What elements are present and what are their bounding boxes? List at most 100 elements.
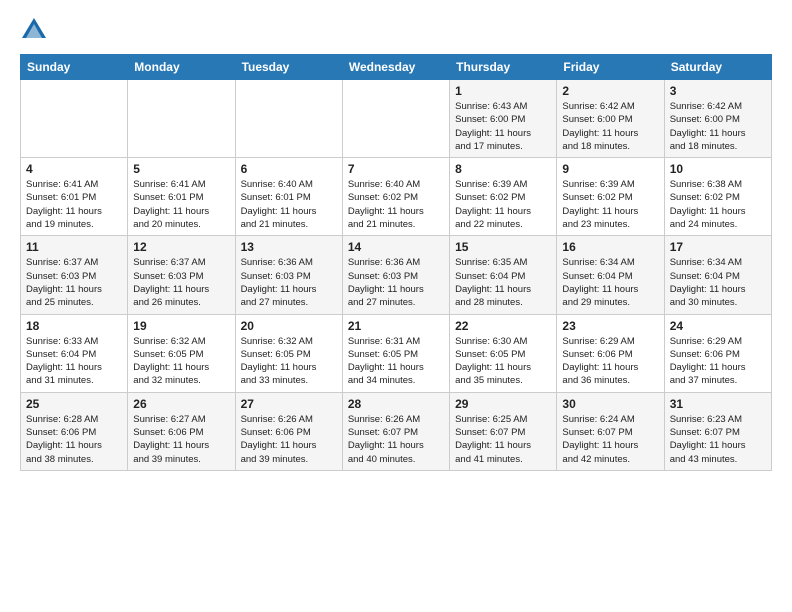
day-info: Sunrise: 6:37 AM Sunset: 6:03 PM Dayligh… xyxy=(26,256,122,309)
calendar-cell: 5Sunrise: 6:41 AM Sunset: 6:01 PM Daylig… xyxy=(128,158,235,236)
calendar-cell: 30 Sunrise: 6:24 AM Sunset: 6:07 PM Dayli… xyxy=(557,392,664,470)
day-info: Sunrise: 6:24 AM Sunset: 6:07 PM Dayligh… xyxy=(562,413,658,466)
weekday-header-thursday: Thursday xyxy=(450,55,557,80)
calendar-cell: 14 Sunrise: 6:36 AM Sunset: 6:03 PM Dayli… xyxy=(342,236,449,314)
day-number: 23 xyxy=(562,319,658,333)
day-number: 1 xyxy=(455,84,551,98)
calendar-cell: 20Sunrise: 6:32 AM Sunset: 6:05 PM Dayli… xyxy=(235,314,342,392)
day-info: Sunrise: 6:35 AM Sunset: 6:04 PM Dayligh… xyxy=(455,256,551,309)
weekday-header-friday: Friday xyxy=(557,55,664,80)
day-number: 10 xyxy=(670,162,766,176)
calendar-week-row: 25 Sunrise: 6:28 AM Sunset: 6:06 PM Dayli… xyxy=(21,392,772,470)
calendar-cell: 21Sunrise: 6:31 AM Sunset: 6:05 PM Dayli… xyxy=(342,314,449,392)
day-number: 11 xyxy=(26,240,122,254)
day-number: 12 xyxy=(133,240,229,254)
calendar-cell: 7Sunrise: 6:40 AM Sunset: 6:02 PM Daylig… xyxy=(342,158,449,236)
day-info: Sunrise: 6:36 AM Sunset: 6:03 PM Dayligh… xyxy=(348,256,444,309)
calendar-cell: 22 Sunrise: 6:30 AM Sunset: 6:05 PM Dayli… xyxy=(450,314,557,392)
day-number: 31 xyxy=(670,397,766,411)
calendar-cell xyxy=(21,80,128,158)
day-info: Sunrise: 6:27 AM Sunset: 6:06 PM Dayligh… xyxy=(133,413,229,466)
calendar-cell: 15 Sunrise: 6:35 AM Sunset: 6:04 PM Dayli… xyxy=(450,236,557,314)
day-number: 27 xyxy=(241,397,337,411)
calendar-week-row: 11 Sunrise: 6:37 AM Sunset: 6:03 PM Dayli… xyxy=(21,236,772,314)
calendar-cell: 27Sunrise: 6:26 AM Sunset: 6:06 PM Dayli… xyxy=(235,392,342,470)
day-info: Sunrise: 6:39 AM Sunset: 6:02 PM Dayligh… xyxy=(562,178,658,231)
day-info: Sunrise: 6:41 AM Sunset: 6:01 PM Dayligh… xyxy=(133,178,229,231)
day-number: 21 xyxy=(348,319,444,333)
day-number: 28 xyxy=(348,397,444,411)
day-number: 4 xyxy=(26,162,122,176)
calendar-cell xyxy=(235,80,342,158)
calendar-cell: 12 Sunrise: 6:37 AM Sunset: 6:03 PM Dayli… xyxy=(128,236,235,314)
day-number: 15 xyxy=(455,240,551,254)
day-info: Sunrise: 6:33 AM Sunset: 6:04 PM Dayligh… xyxy=(26,335,122,388)
day-number: 24 xyxy=(670,319,766,333)
calendar-cell: 18 Sunrise: 6:33 AM Sunset: 6:04 PM Dayli… xyxy=(21,314,128,392)
weekday-header-monday: Monday xyxy=(128,55,235,80)
day-info: Sunrise: 6:40 AM Sunset: 6:01 PM Dayligh… xyxy=(241,178,337,231)
header xyxy=(20,16,772,44)
calendar-table: SundayMondayTuesdayWednesdayThursdayFrid… xyxy=(20,54,772,471)
calendar-cell: 8Sunrise: 6:39 AM Sunset: 6:02 PM Daylig… xyxy=(450,158,557,236)
calendar-cell: 13 Sunrise: 6:36 AM Sunset: 6:03 PM Dayli… xyxy=(235,236,342,314)
day-info: Sunrise: 6:32 AM Sunset: 6:05 PM Dayligh… xyxy=(241,335,337,388)
day-info: Sunrise: 6:25 AM Sunset: 6:07 PM Dayligh… xyxy=(455,413,551,466)
day-number: 16 xyxy=(562,240,658,254)
day-number: 2 xyxy=(562,84,658,98)
day-number: 9 xyxy=(562,162,658,176)
calendar-cell: 6 Sunrise: 6:40 AM Sunset: 6:01 PM Daylig… xyxy=(235,158,342,236)
day-number: 19 xyxy=(133,319,229,333)
calendar-cell: 1Sunrise: 6:43 AM Sunset: 6:00 PM Daylig… xyxy=(450,80,557,158)
day-number: 8 xyxy=(455,162,551,176)
day-info: Sunrise: 6:41 AM Sunset: 6:01 PM Dayligh… xyxy=(26,178,122,231)
day-info: Sunrise: 6:42 AM Sunset: 6:00 PM Dayligh… xyxy=(562,100,658,153)
day-info: Sunrise: 6:38 AM Sunset: 6:02 PM Dayligh… xyxy=(670,178,766,231)
weekday-header-sunday: Sunday xyxy=(21,55,128,80)
day-number: 29 xyxy=(455,397,551,411)
weekday-header-saturday: Saturday xyxy=(664,55,771,80)
day-number: 13 xyxy=(241,240,337,254)
calendar-cell: 11 Sunrise: 6:37 AM Sunset: 6:03 PM Dayli… xyxy=(21,236,128,314)
calendar-cell: 24 Sunrise: 6:29 AM Sunset: 6:06 PM Dayli… xyxy=(664,314,771,392)
day-info: Sunrise: 6:26 AM Sunset: 6:07 PM Dayligh… xyxy=(348,413,444,466)
calendar-cell xyxy=(128,80,235,158)
day-number: 18 xyxy=(26,319,122,333)
day-number: 14 xyxy=(348,240,444,254)
day-info: Sunrise: 6:32 AM Sunset: 6:05 PM Dayligh… xyxy=(133,335,229,388)
weekday-header-row: SundayMondayTuesdayWednesdayThursdayFrid… xyxy=(21,55,772,80)
calendar-cell: 17Sunrise: 6:34 AM Sunset: 6:04 PM Dayli… xyxy=(664,236,771,314)
calendar-cell: 29 Sunrise: 6:25 AM Sunset: 6:07 PM Dayli… xyxy=(450,392,557,470)
day-info: Sunrise: 6:29 AM Sunset: 6:06 PM Dayligh… xyxy=(562,335,658,388)
calendar-cell: 31Sunrise: 6:23 AM Sunset: 6:07 PM Dayli… xyxy=(664,392,771,470)
day-info: Sunrise: 6:36 AM Sunset: 6:03 PM Dayligh… xyxy=(241,256,337,309)
logo xyxy=(20,16,52,44)
calendar-week-row: 1Sunrise: 6:43 AM Sunset: 6:00 PM Daylig… xyxy=(21,80,772,158)
weekday-header-tuesday: Tuesday xyxy=(235,55,342,80)
day-info: Sunrise: 6:29 AM Sunset: 6:06 PM Dayligh… xyxy=(670,335,766,388)
day-info: Sunrise: 6:40 AM Sunset: 6:02 PM Dayligh… xyxy=(348,178,444,231)
calendar-cell: 9 Sunrise: 6:39 AM Sunset: 6:02 PM Daylig… xyxy=(557,158,664,236)
calendar-cell: 3 Sunrise: 6:42 AM Sunset: 6:00 PM Daylig… xyxy=(664,80,771,158)
calendar-cell xyxy=(342,80,449,158)
calendar-cell: 2 Sunrise: 6:42 AM Sunset: 6:00 PM Daylig… xyxy=(557,80,664,158)
calendar-week-row: 4 Sunrise: 6:41 AM Sunset: 6:01 PM Daylig… xyxy=(21,158,772,236)
calendar-cell: 4 Sunrise: 6:41 AM Sunset: 6:01 PM Daylig… xyxy=(21,158,128,236)
day-info: Sunrise: 6:34 AM Sunset: 6:04 PM Dayligh… xyxy=(670,256,766,309)
day-info: Sunrise: 6:30 AM Sunset: 6:05 PM Dayligh… xyxy=(455,335,551,388)
day-number: 22 xyxy=(455,319,551,333)
page: SundayMondayTuesdayWednesdayThursdayFrid… xyxy=(0,0,792,491)
day-info: Sunrise: 6:37 AM Sunset: 6:03 PM Dayligh… xyxy=(133,256,229,309)
calendar-cell: 28 Sunrise: 6:26 AM Sunset: 6:07 PM Dayli… xyxy=(342,392,449,470)
calendar-cell: 26Sunrise: 6:27 AM Sunset: 6:06 PM Dayli… xyxy=(128,392,235,470)
calendar-cell: 23 Sunrise: 6:29 AM Sunset: 6:06 PM Dayli… xyxy=(557,314,664,392)
calendar-cell: 16Sunrise: 6:34 AM Sunset: 6:04 PM Dayli… xyxy=(557,236,664,314)
day-number: 30 xyxy=(562,397,658,411)
weekday-header-wednesday: Wednesday xyxy=(342,55,449,80)
day-number: 25 xyxy=(26,397,122,411)
day-number: 3 xyxy=(670,84,766,98)
day-number: 6 xyxy=(241,162,337,176)
day-info: Sunrise: 6:42 AM Sunset: 6:00 PM Dayligh… xyxy=(670,100,766,153)
calendar-week-row: 18 Sunrise: 6:33 AM Sunset: 6:04 PM Dayli… xyxy=(21,314,772,392)
day-info: Sunrise: 6:28 AM Sunset: 6:06 PM Dayligh… xyxy=(26,413,122,466)
